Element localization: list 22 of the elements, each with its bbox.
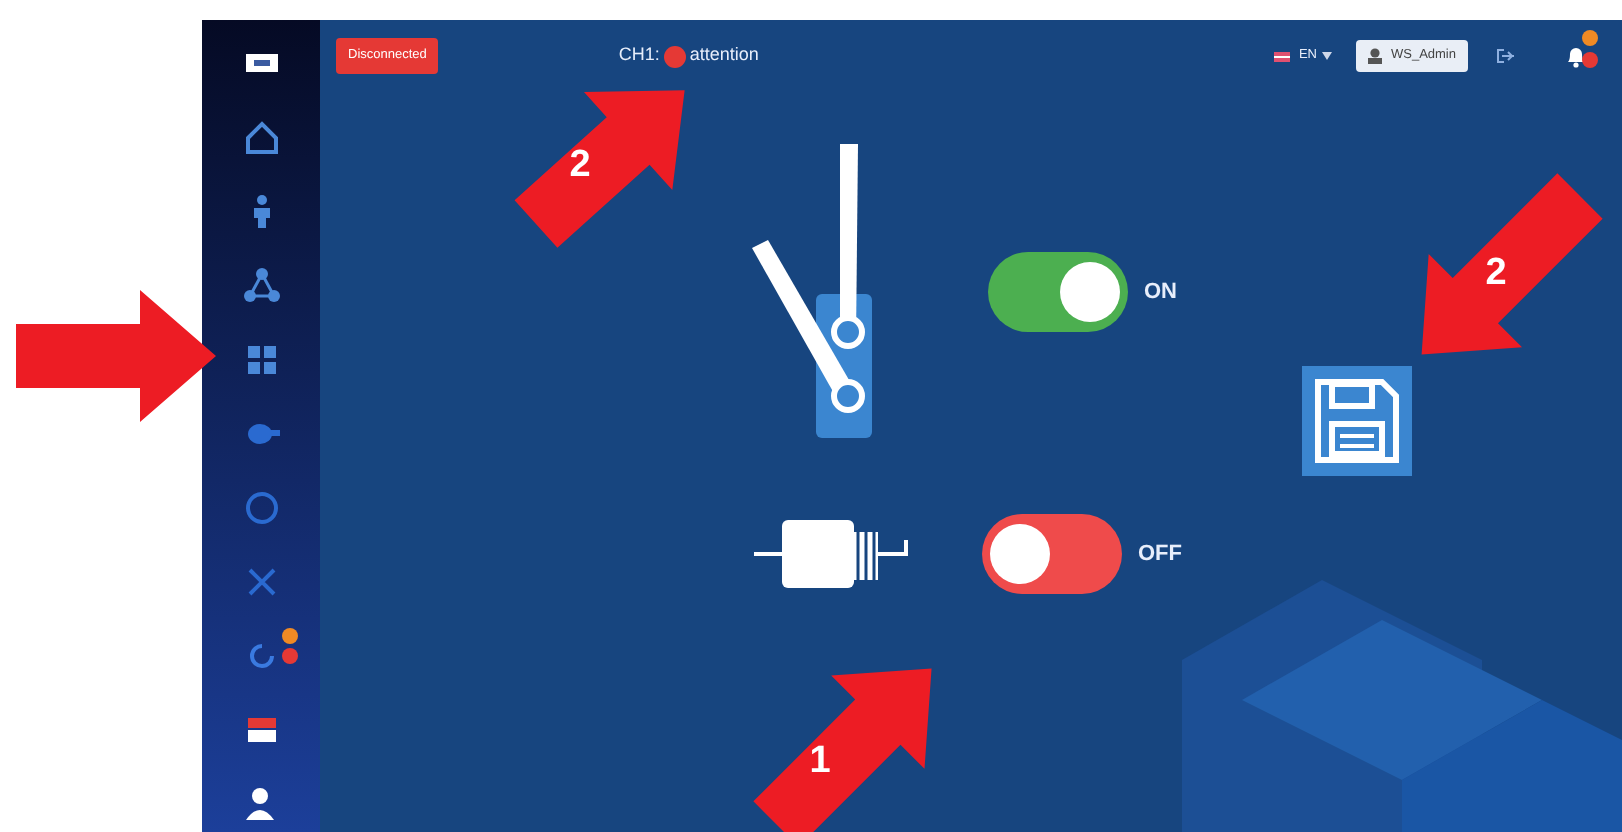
- notification-dot: [1582, 30, 1598, 47]
- bell-icon[interactable]: [1566, 43, 1586, 68]
- home-icon[interactable]: [241, 118, 281, 158]
- channel-label: CH1:: [618, 42, 660, 69]
- on-toggle[interactable]: [988, 252, 1128, 332]
- callout-number: 2: [569, 144, 591, 186]
- circle-icon[interactable]: [241, 488, 281, 528]
- toggle-label: ON: [1144, 277, 1177, 308]
- callout-number: 1: [809, 740, 831, 782]
- channel-status: attention: [689, 42, 759, 69]
- save-icon[interactable]: [1301, 366, 1411, 476]
- caret-icon[interactable]: [1322, 52, 1333, 60]
- network-icon[interactable]: [241, 266, 281, 306]
- user-icon: [1368, 48, 1383, 64]
- notification-dot: [281, 648, 297, 664]
- toggle-label: OFF: [1138, 539, 1182, 570]
- callout-number: 2: [1485, 252, 1507, 294]
- logout-icon[interactable]: [1496, 48, 1514, 64]
- notification-dot: [1582, 52, 1598, 69]
- notification-dot: [281, 628, 297, 644]
- flag-icon: [1274, 51, 1291, 61]
- off-toggle[interactable]: [982, 514, 1122, 594]
